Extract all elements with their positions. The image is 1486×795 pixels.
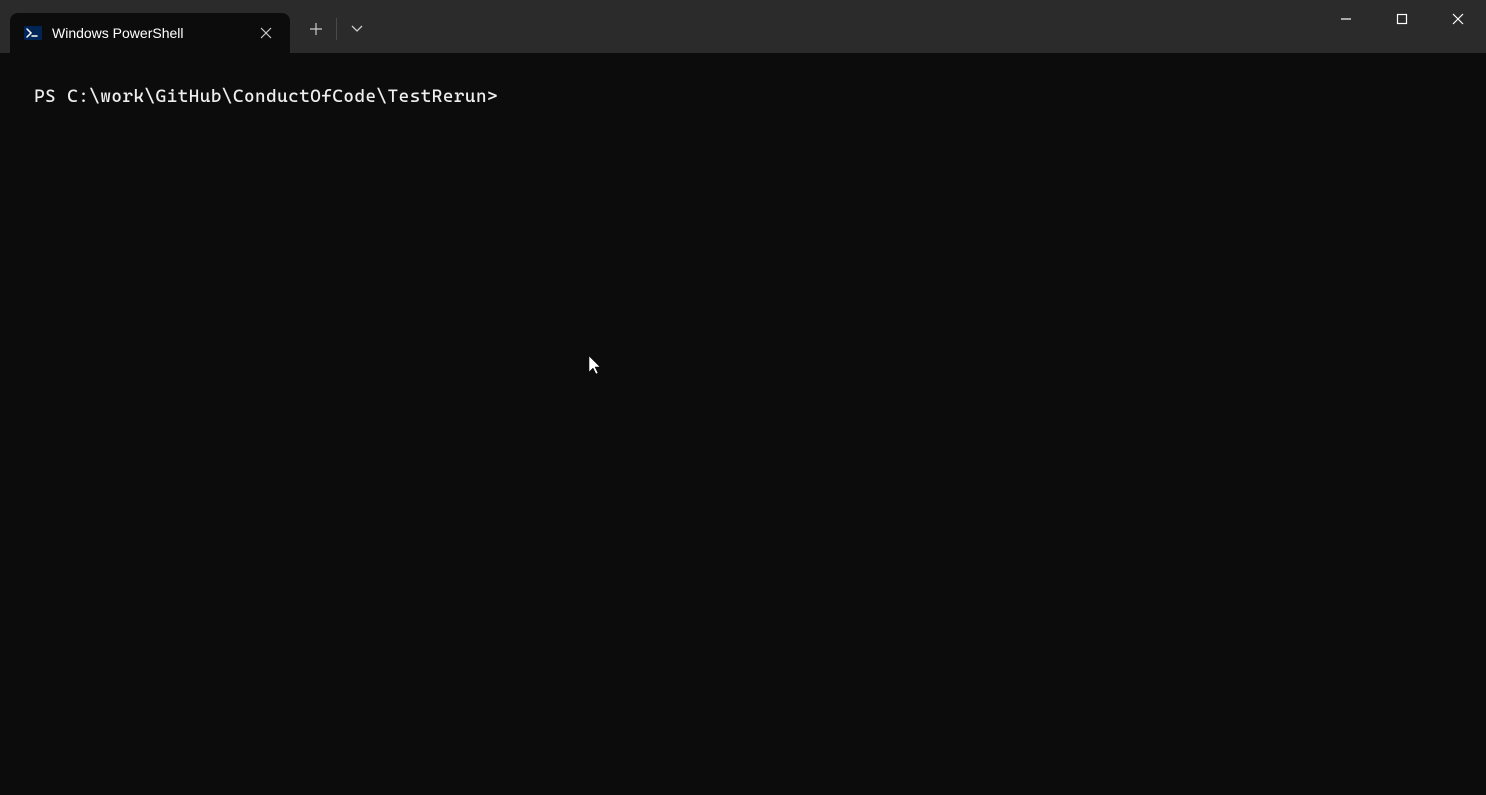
close-icon [1452,13,1464,25]
minimize-button[interactable] [1318,0,1374,38]
tabs-area: Windows PowerShell [0,0,290,53]
chevron-down-icon [351,25,363,33]
close-tab-button[interactable] [254,21,278,45]
plus-icon [309,22,323,36]
maximize-button[interactable] [1374,0,1430,38]
close-icon [260,27,272,39]
prompt-text: PS C:\work\GitHub\ConductOfCode\TestReru… [34,86,498,107]
powershell-icon [24,24,42,42]
mouse-cursor [589,356,603,381]
newtab-area [290,0,375,53]
tab-dropdown-button[interactable] [339,11,375,47]
close-window-button[interactable] [1430,0,1486,38]
tab-powershell[interactable]: Windows PowerShell [10,13,290,53]
tab-title: Windows PowerShell [52,25,254,41]
minimize-icon [1340,13,1352,25]
terminal-content[interactable]: PS C:\work\GitHub\ConductOfCode\TestReru… [0,53,1486,119]
titlebar: Windows PowerShell [0,0,1486,53]
maximize-icon [1396,13,1408,25]
window-controls [1318,0,1486,38]
new-tab-button[interactable] [298,11,334,47]
divider [336,18,337,40]
